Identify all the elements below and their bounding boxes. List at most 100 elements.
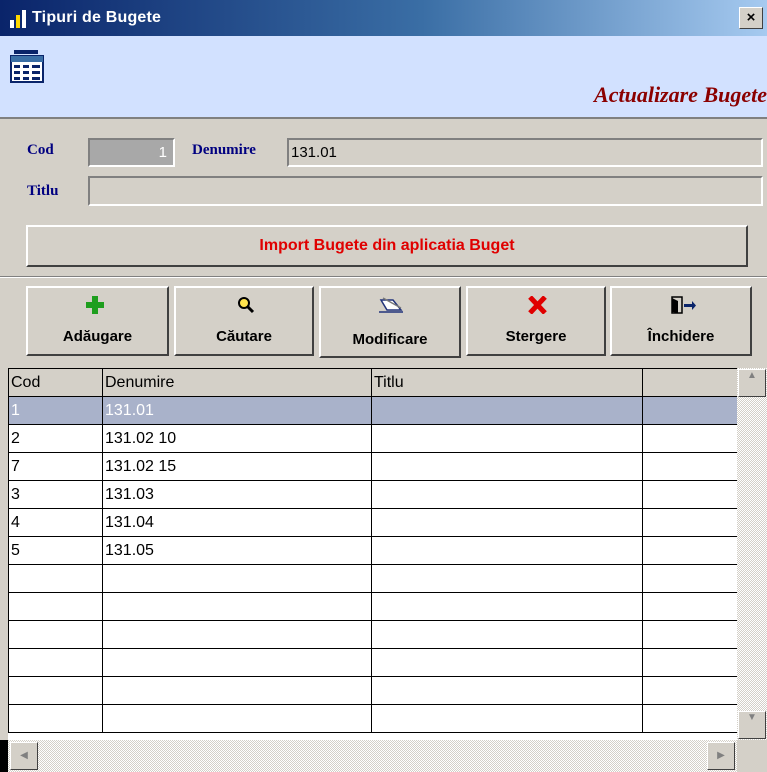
- header-banner: Actualizare Bugete: [0, 36, 767, 119]
- table-cell[interactable]: [642, 508, 740, 537]
- table-cell[interactable]: [371, 564, 643, 593]
- search-button-label: Căutare: [216, 328, 272, 345]
- table-cell[interactable]: [102, 648, 372, 677]
- table-cell[interactable]: [8, 676, 103, 705]
- table-cell[interactable]: [371, 536, 643, 565]
- titlu-field[interactable]: [88, 176, 763, 206]
- table-cell[interactable]: [371, 592, 643, 621]
- table-cell[interactable]: 131.02 10: [102, 424, 372, 453]
- close-button[interactable]: ×: [739, 7, 763, 29]
- import-bugete-button[interactable]: Import Bugete din aplicatia Buget: [26, 225, 748, 267]
- table-row[interactable]: 1 131.01: [8, 396, 740, 425]
- denumire-label: Denumire: [192, 142, 256, 158]
- table-cell[interactable]: [642, 480, 740, 509]
- table-cell[interactable]: [371, 424, 643, 453]
- table-row[interactable]: [8, 620, 740, 649]
- table-cell[interactable]: [371, 396, 643, 425]
- column-header-extra[interactable]: [642, 368, 740, 397]
- denumire-field[interactable]: 131.01: [287, 138, 763, 167]
- table-cell[interactable]: [642, 452, 740, 481]
- close-form-button-label: Închidere: [647, 328, 715, 345]
- bugete-grid[interactable]: Cod Denumire Titlu 1 131.01 2 131.02 10 7 131…: [8, 368, 767, 772]
- table-row[interactable]: 2 131.02 10: [8, 424, 740, 453]
- separator: [0, 276, 767, 278]
- delete-icon: [528, 296, 547, 314]
- bar-chart-icon: [10, 10, 30, 28]
- table-cell[interactable]: [371, 508, 643, 537]
- grid-header: Cod Denumire Titlu: [8, 368, 740, 397]
- table-cell[interactable]: 131.01: [102, 396, 372, 425]
- titlu-label: Titlu: [27, 183, 59, 199]
- table-row[interactable]: [8, 592, 740, 621]
- table-cell[interactable]: [642, 564, 740, 593]
- vertical-scrollbar[interactable]: ▲ ▼: [737, 368, 767, 740]
- table-cell[interactable]: [371, 452, 643, 481]
- scroll-right-button[interactable]: ▶: [707, 742, 735, 770]
- table-cell[interactable]: [371, 480, 643, 509]
- cod-label: Cod: [27, 142, 54, 158]
- title-bar: Tipuri de Bugete ×: [0, 0, 767, 36]
- table-cell[interactable]: [371, 648, 643, 677]
- table-cell[interactable]: 131.03: [102, 480, 372, 509]
- table-cell[interactable]: [642, 620, 740, 649]
- delete-button-label: Stergere: [505, 328, 567, 345]
- window-title: Tipuri de Bugete: [32, 9, 162, 26]
- search-button[interactable]: Căutare: [174, 286, 314, 356]
- table-cell[interactable]: 5: [8, 536, 103, 565]
- table-cell[interactable]: [102, 704, 372, 733]
- table-cell[interactable]: 7: [8, 452, 103, 481]
- table-row[interactable]: 4 131.04: [8, 508, 740, 537]
- table-row[interactable]: [8, 564, 740, 593]
- table-cell[interactable]: [642, 592, 740, 621]
- table-cell[interactable]: [642, 424, 740, 453]
- table-cell[interactable]: [8, 704, 103, 733]
- cod-field[interactable]: 1: [88, 138, 175, 167]
- table-grid-icon: [10, 50, 44, 83]
- table-cell[interactable]: [8, 564, 103, 593]
- table-row[interactable]: [8, 648, 740, 677]
- table-cell[interactable]: [8, 592, 103, 621]
- table-cell[interactable]: [371, 676, 643, 705]
- scroll-left-button[interactable]: ◀: [10, 742, 38, 770]
- table-cell[interactable]: 2: [8, 424, 103, 453]
- add-button-label: Adăugare: [62, 328, 133, 345]
- scroll-down-button[interactable]: ▼: [738, 711, 766, 739]
- table-cell[interactable]: [371, 620, 643, 649]
- table-cell[interactable]: 131.05: [102, 536, 372, 565]
- table-cell[interactable]: [102, 620, 372, 649]
- table-cell[interactable]: [642, 396, 740, 425]
- table-cell[interactable]: [642, 648, 740, 677]
- delete-button[interactable]: Stergere: [466, 286, 606, 356]
- table-cell[interactable]: [642, 676, 740, 705]
- table-row[interactable]: 3 131.03: [8, 480, 740, 509]
- table-cell[interactable]: [371, 704, 643, 733]
- close-form-button[interactable]: Închidere: [610, 286, 752, 356]
- column-header-cod[interactable]: Cod: [8, 368, 103, 397]
- table-cell[interactable]: 4: [8, 508, 103, 537]
- table-cell[interactable]: 1: [8, 396, 103, 425]
- column-header-denumire[interactable]: Denumire: [102, 368, 372, 397]
- table-cell[interactable]: [8, 620, 103, 649]
- table-cell[interactable]: 131.04: [102, 508, 372, 537]
- edit-button[interactable]: Modificare: [319, 286, 461, 358]
- table-cell[interactable]: 3: [8, 480, 103, 509]
- table-row[interactable]: 7 131.02 15: [8, 452, 740, 481]
- table-cell[interactable]: [102, 564, 372, 593]
- page-subtitle: Actualizare Bugete: [594, 82, 767, 107]
- table-cell[interactable]: 131.02 15: [102, 452, 372, 481]
- edit-icon: [379, 297, 403, 313]
- edit-button-label: Modificare: [352, 331, 428, 348]
- table-row[interactable]: [8, 704, 740, 733]
- table-cell[interactable]: [642, 536, 740, 565]
- table-cell[interactable]: [642, 704, 740, 733]
- table-row[interactable]: 5 131.05: [8, 536, 740, 565]
- table-row[interactable]: [8, 676, 740, 705]
- table-cell[interactable]: [102, 676, 372, 705]
- add-button[interactable]: Adăugare: [26, 286, 169, 356]
- column-header-titlu[interactable]: Titlu: [371, 368, 643, 397]
- horizontal-scrollbar[interactable]: ◀ ▶: [8, 740, 737, 772]
- table-cell[interactable]: [102, 592, 372, 621]
- table-cell[interactable]: [8, 648, 103, 677]
- grid-corner-marker: [0, 740, 8, 772]
- scroll-up-button[interactable]: ▲: [738, 369, 766, 397]
